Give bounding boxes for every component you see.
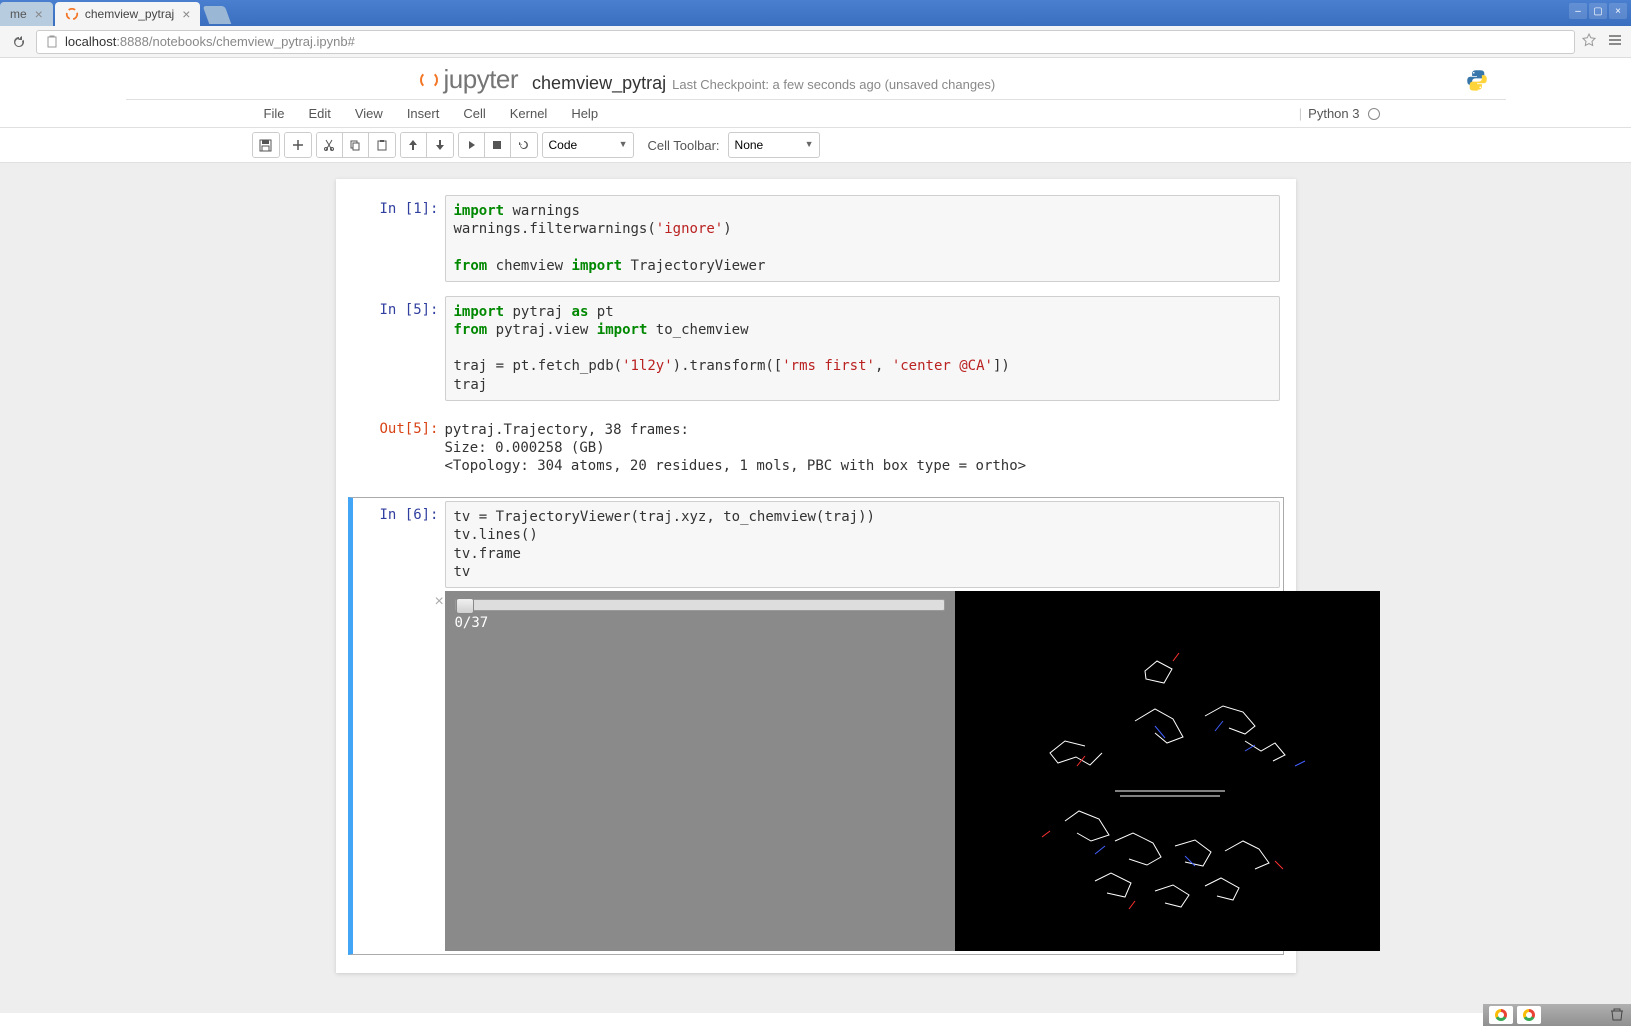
- trajectory-viewer: × 0/37: [445, 591, 1380, 951]
- paste-button[interactable]: [369, 133, 395, 157]
- tab-title: me: [10, 7, 27, 21]
- jupyter-logo-text: jupyter: [444, 64, 519, 95]
- trash-icon[interactable]: [1609, 1006, 1625, 1025]
- slider-thumb[interactable]: [456, 598, 474, 614]
- close-icon[interactable]: ×: [182, 6, 190, 22]
- save-button[interactable]: [253, 133, 279, 157]
- code-input[interactable]: import warnings warnings.filterwarnings(…: [445, 195, 1280, 282]
- molecule-3d-view[interactable]: [955, 591, 1380, 951]
- url-port: :8888: [116, 34, 149, 49]
- menubar: FileEditViewInsertCellKernelHelp | Pytho…: [0, 100, 1631, 128]
- output-row: Out[5]: pytraj.Trajectory, 38 frames: Si…: [348, 411, 1284, 486]
- python-logo-icon: [1464, 67, 1490, 93]
- run-button[interactable]: [459, 133, 485, 157]
- code-cell[interactable]: In [5]: import pytraj as pt from pytraj.…: [348, 292, 1284, 405]
- output-text: pytraj.Trajectory, 38 frames: Size: 0.00…: [445, 415, 1280, 482]
- jupyter-favicon-icon: [65, 7, 79, 21]
- new-tab-button[interactable]: [203, 6, 232, 24]
- window-controls: – ▢ ×: [1569, 3, 1627, 19]
- jupyter-logo[interactable]: jupyter: [420, 64, 519, 95]
- taskbar: [1483, 1004, 1631, 1026]
- browser-tab-home[interactable]: me ×: [0, 2, 53, 26]
- add-cell-button[interactable]: [285, 133, 311, 157]
- menu-help[interactable]: Help: [559, 100, 610, 127]
- move-down-button[interactable]: [427, 133, 453, 157]
- notebook-scroll-area[interactable]: In [1]: import warnings warnings.filterw…: [0, 163, 1631, 1013]
- notebook-background: In [1]: import warnings warnings.filterw…: [0, 163, 1631, 1013]
- minimize-button[interactable]: –: [1569, 3, 1587, 19]
- code-input[interactable]: import pytraj as pt from pytraj.view imp…: [445, 296, 1280, 401]
- code-input[interactable]: tv = TrajectoryViewer(traj.xyz, to_chemv…: [445, 501, 1280, 588]
- move-up-button[interactable]: [401, 133, 427, 157]
- menu-insert[interactable]: Insert: [395, 100, 452, 127]
- bookmark-icon[interactable]: [1581, 32, 1597, 51]
- taskbar-chrome-2[interactable]: [1517, 1006, 1541, 1024]
- toolbar: Code Cell Toolbar: None: [0, 128, 1631, 163]
- taskbar-chrome-1[interactable]: [1489, 1006, 1513, 1024]
- restart-button[interactable]: [511, 133, 537, 157]
- close-button[interactable]: ×: [1609, 3, 1627, 19]
- close-icon[interactable]: ×: [435, 593, 444, 611]
- browser-tabs: me × chemview_pytraj ×: [0, 0, 228, 26]
- url-host: localhost: [65, 34, 116, 49]
- frame-slider-panel: 0/37: [445, 591, 955, 951]
- menu-cell[interactable]: Cell: [451, 100, 497, 127]
- kernel-indicator: | Python 3: [1299, 106, 1380, 121]
- copy-button[interactable]: [343, 133, 369, 157]
- close-icon[interactable]: ×: [35, 6, 43, 22]
- reload-button[interactable]: [8, 31, 30, 53]
- menu-edit[interactable]: Edit: [296, 100, 342, 127]
- code-cell[interactable]: In [1]: import warnings warnings.filterw…: [348, 191, 1284, 286]
- cut-button[interactable]: [317, 133, 343, 157]
- frame-slider[interactable]: [455, 599, 945, 611]
- cell-toolbar-label: Cell Toolbar:: [648, 138, 720, 153]
- code-cell[interactable]: In [6]: tv = TrajectoryViewer(traj.xyz, …: [348, 497, 1284, 592]
- output-prompt: Out[5]:: [361, 415, 445, 482]
- output-row: × 0/37: [348, 591, 1284, 955]
- address-bar-row: localhost:8888/notebooks/chemview_pytraj…: [0, 26, 1631, 58]
- browser-titlebar: me × chemview_pytraj × – ▢ ×: [0, 0, 1631, 26]
- browser-tab-notebook[interactable]: chemview_pytraj ×: [55, 2, 201, 26]
- jupyter-logo-icon: [420, 71, 438, 89]
- notebook-name[interactable]: chemview_pytraj: [532, 73, 666, 94]
- checkpoint-status: Last Checkpoint: a few seconds ago (unsa…: [672, 77, 995, 92]
- input-prompt: In [5]:: [361, 296, 445, 401]
- stop-button[interactable]: [485, 133, 511, 157]
- menu-view[interactable]: View: [343, 100, 395, 127]
- maximize-button[interactable]: ▢: [1589, 3, 1607, 19]
- menu-file[interactable]: File: [252, 100, 297, 127]
- kernel-status-icon: [1368, 108, 1380, 120]
- url-path: /notebooks/chemview_pytraj.ipynb#: [149, 34, 355, 49]
- hamburger-icon[interactable]: [1607, 32, 1623, 51]
- cell-toolbar-select[interactable]: None: [728, 132, 820, 158]
- kernel-name[interactable]: Python 3: [1308, 106, 1359, 121]
- menu-kernel[interactable]: Kernel: [498, 100, 560, 127]
- frame-counter: 0/37: [455, 615, 945, 631]
- tab-title: chemview_pytraj: [85, 7, 174, 21]
- cell-type-select[interactable]: Code: [542, 132, 634, 158]
- input-prompt: In [1]:: [361, 195, 445, 282]
- output-prompt-empty: [361, 591, 445, 951]
- input-prompt: In [6]:: [361, 501, 445, 588]
- address-bar[interactable]: localhost:8888/notebooks/chemview_pytraj…: [36, 30, 1575, 54]
- notebook-container: In [1]: import warnings warnings.filterw…: [336, 179, 1296, 973]
- notebook-header: jupyter chemview_pytraj Last Checkpoint:…: [126, 58, 1506, 100]
